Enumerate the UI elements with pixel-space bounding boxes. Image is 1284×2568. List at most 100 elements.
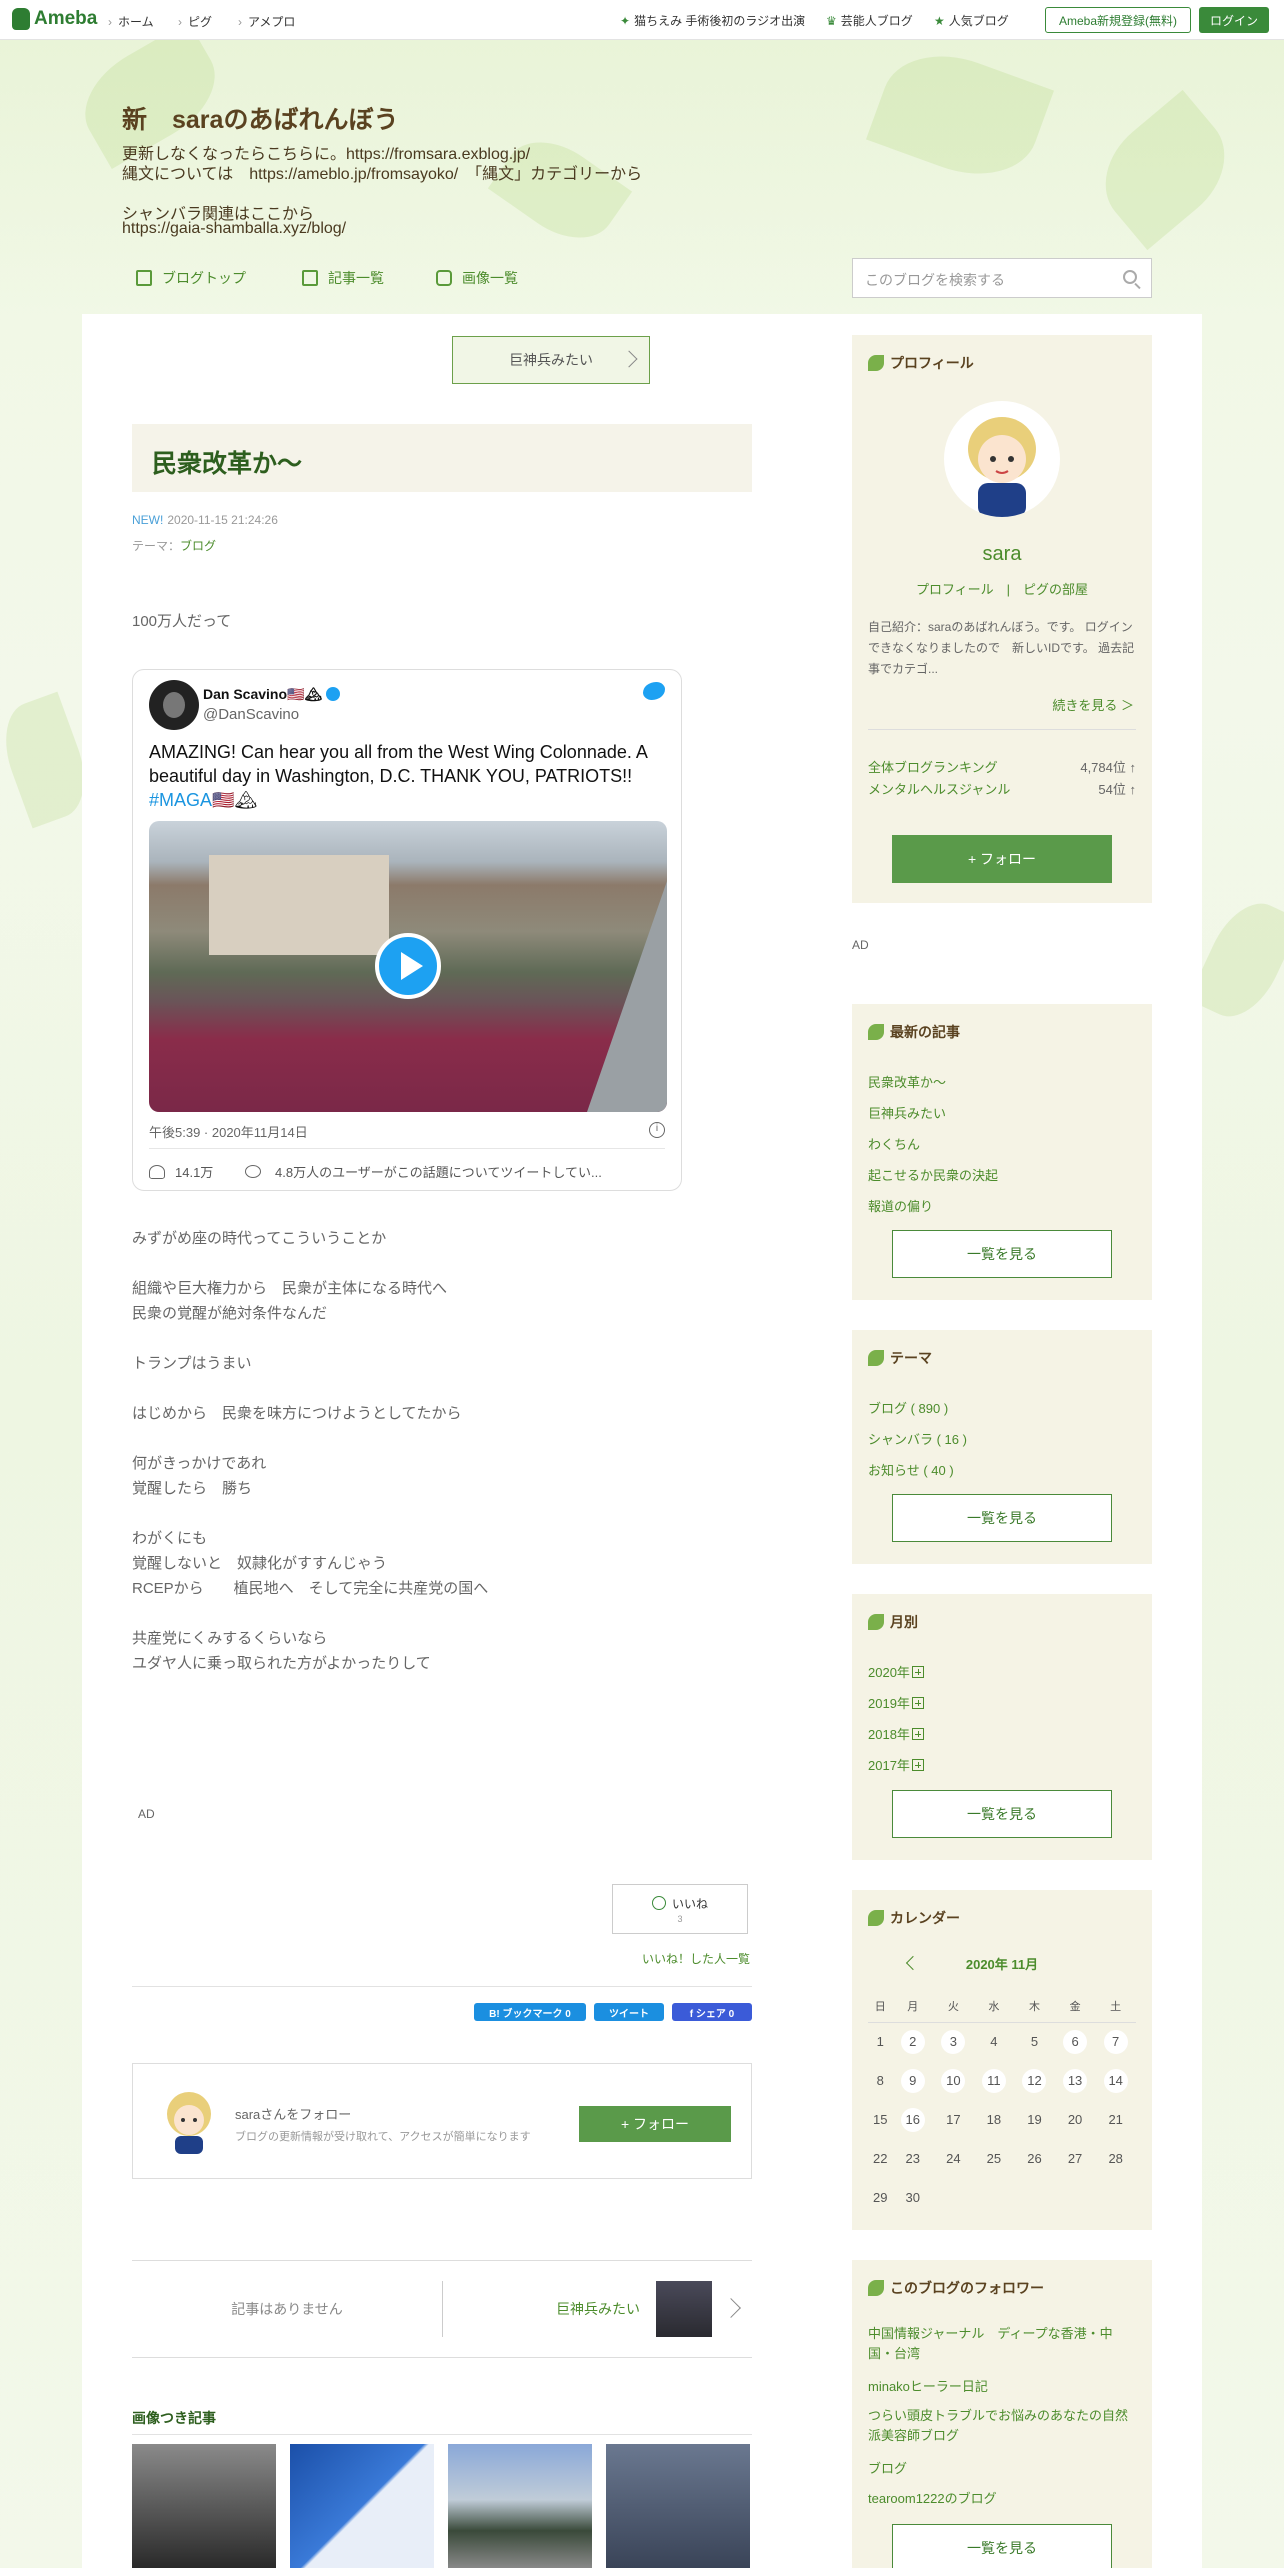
hatena-bookmark-button[interactable]: B! ブックマーク 0: [474, 2003, 586, 2021]
twitter-bird-icon[interactable]: [643, 682, 665, 700]
theme-link[interactable]: ブログ: [180, 539, 216, 553]
profile-links[interactable]: プロフィール | ピグの部屋: [852, 579, 1152, 598]
recent-articles-card: 最新の記事 民衆改革か～ 巨神兵みたい わくちん 起こせるか民衆の決起 報道の偏…: [852, 1004, 1152, 1300]
profile-follow-button[interactable]: + フォロー: [892, 835, 1112, 883]
topbar-popular-link[interactable]: ★ 人気ブログ: [934, 12, 1009, 29]
blog-title[interactable]: 新 saraのあばれんぼう: [122, 100, 398, 136]
calendar-day[interactable]: 16: [892, 2100, 933, 2139]
play-icon[interactable]: [375, 933, 441, 999]
tweet-handle[interactable]: @DanScavino: [203, 706, 299, 723]
facebook-share-button[interactable]: f シェア 0: [672, 2003, 752, 2021]
calendar-day[interactable]: 6: [1055, 2022, 1096, 2061]
profile-avatar[interactable]: [944, 401, 1060, 517]
profile-more-link[interactable]: 続きを見る ＞: [1052, 695, 1134, 714]
monthly-heading: 月別: [868, 1612, 918, 1632]
topnav-home[interactable]: ホーム: [108, 13, 154, 30]
chevron-right-icon[interactable]: [721, 2298, 741, 2318]
profile-name[interactable]: sara: [852, 543, 1152, 566]
monthly-more-button[interactable]: 一覧を見る: [892, 1790, 1112, 1838]
verified-badge-icon: [326, 687, 341, 701]
topnav-amepro[interactable]: アメプロ: [238, 13, 295, 30]
like-button[interactable]: いいね 3: [612, 1884, 748, 1934]
calendar-day[interactable]: 13: [1055, 2061, 1096, 2100]
month-year-2017[interactable]: 2017年: [868, 1755, 924, 1774]
calendar-day[interactable]: 12: [1014, 2061, 1055, 2100]
calendar-day[interactable]: 2: [892, 2022, 933, 2061]
hashtag-link[interactable]: #MAGA: [149, 790, 212, 810]
tweet-like[interactable]: 14.1万: [149, 1162, 213, 1181]
login-button[interactable]: ログイン: [1199, 7, 1269, 33]
month-year-2018[interactable]: 2018年: [868, 1724, 924, 1743]
search-icon[interactable]: [1123, 270, 1137, 284]
follower-blog-link[interactable]: 中国情報ジャーナル ディープな香港・中国・台湾: [868, 2324, 1138, 2364]
ameba-logo[interactable]: Ameba: [12, 8, 97, 30]
followers-more-button[interactable]: 一覧を見る: [892, 2524, 1112, 2568]
next-article-link[interactable]: 巨神兵みたい: [556, 2299, 640, 2319]
nav-image-list[interactable]: 画像一覧: [436, 268, 518, 288]
calendar-weekday: 火: [933, 1990, 974, 2023]
topnav-pigg[interactable]: ピグ: [178, 13, 212, 30]
image-article-thumbnail[interactable]: [290, 2444, 434, 2568]
month-year-2020[interactable]: 2020年: [868, 1662, 924, 1681]
expand-plus-icon[interactable]: [911, 1697, 924, 1709]
expand-plus-icon[interactable]: [911, 1728, 924, 1740]
blog-search-input[interactable]: このブログを検索する: [852, 258, 1152, 298]
calendar-day: 5: [1030, 2034, 1039, 2050]
register-button[interactable]: Ameba新規登録(無料): [1045, 7, 1191, 33]
calendar-day: 19: [1027, 2112, 1042, 2127]
calendar-day[interactable]: 9: [892, 2061, 933, 2100]
recent-article-link[interactable]: 起こせるか民衆の決起: [868, 1165, 998, 1184]
article-body: みずがめ座の時代ってこういうことか 組織や巨大権力から 民衆が主体になる時代へ民…: [132, 1230, 489, 1672]
nav-blog-top[interactable]: ブログトップ: [136, 268, 246, 288]
expand-plus-icon[interactable]: [911, 1759, 924, 1771]
theme-more-button[interactable]: 一覧を見る: [892, 1494, 1112, 1542]
tweet-timestamp[interactable]: 午後5:39 · 2020年11月14日: [149, 1122, 308, 1141]
calendar-weekday: 金: [1054, 1990, 1096, 2023]
calendar-day[interactable]: 11: [974, 2061, 1015, 2100]
recent-more-button[interactable]: 一覧を見る: [892, 1230, 1112, 1278]
follow-button[interactable]: + フォロー: [579, 2106, 731, 2142]
prev-article-button[interactable]: 巨神兵みたい: [452, 336, 650, 384]
divider: [132, 1986, 752, 1987]
tweet-divider: [149, 1148, 665, 1149]
follower-blog-link[interactable]: minakoヒーラー日記: [868, 2376, 988, 2395]
image-article-thumbnail[interactable]: [606, 2444, 750, 2568]
ranking-overall[interactable]: 4,784位 ↑ 全体ブログランキング: [868, 757, 1136, 776]
next-article-thumbnail[interactable]: [656, 2281, 712, 2337]
image-article-thumbnail[interactable]: [448, 2444, 592, 2568]
blog-avatar[interactable]: [157, 2088, 221, 2158]
follower-blog-link[interactable]: tearoom1222のブログ: [868, 2488, 997, 2507]
recent-article-link[interactable]: 民衆改革か～: [868, 1072, 946, 1091]
ranking-genre[interactable]: 54位 ↑ メンタルヘルスジャンル: [868, 779, 1136, 798]
calendar-week: 29 30: [868, 2178, 1136, 2217]
tweet-author-name[interactable]: Dan Scavino🇺🇸🏔: [203, 686, 341, 703]
info-icon[interactable]: i: [649, 1122, 665, 1138]
follower-blog-link[interactable]: ブログ: [868, 2458, 907, 2477]
calendar-day[interactable]: 3: [933, 2022, 974, 2061]
follower-blog-link[interactable]: つらい頭皮トラブルでお悩みのあなたの自然派美容師ブログ: [868, 2406, 1138, 2446]
like-list-link[interactable]: いいね！した人一覧: [642, 1950, 750, 1967]
calendar-day[interactable]: 10: [933, 2061, 974, 2100]
image-article-thumbnail[interactable]: [132, 2444, 276, 2568]
leaf-icon: [868, 1614, 884, 1630]
theme-link[interactable]: ブログ ( 890 ): [868, 1398, 948, 1417]
topbar-news-link[interactable]: ✦ 猫ちえみ 手術後初のラジオ出演: [620, 12, 805, 29]
theme-link[interactable]: お知らせ ( 40 ): [868, 1460, 954, 1479]
calendar-day[interactable]: 14: [1095, 2061, 1136, 2100]
tweet-share-button[interactable]: ツイート: [594, 2003, 664, 2021]
expand-plus-icon[interactable]: [911, 1666, 924, 1678]
month-year-2019[interactable]: 2019年: [868, 1693, 924, 1712]
article-title[interactable]: 民衆改革か～: [132, 424, 752, 492]
tweet-video[interactable]: [149, 821, 667, 1112]
embedded-tweet[interactable]: Dan Scavino🇺🇸🏔 @DanScavino AMAZING! Can …: [132, 669, 682, 1191]
recent-article-link[interactable]: 報道の偏り: [868, 1196, 933, 1215]
topbar-celebrity-link[interactable]: ♛ 芸能人ブログ: [826, 12, 913, 29]
calendar-day: [974, 2178, 1015, 2217]
recent-article-link[interactable]: わくちん: [868, 1134, 920, 1153]
theme-link[interactable]: シャンバラ ( 16 ): [868, 1429, 967, 1448]
recent-article-link[interactable]: 巨神兵みたい: [868, 1103, 946, 1122]
tweet-replies[interactable]: 4.8万人のユーザーがこの話題についてツイートしてい...: [245, 1162, 602, 1181]
tweet-avatar[interactable]: [149, 680, 199, 730]
calendar-day[interactable]: 7: [1095, 2022, 1136, 2061]
nav-article-list[interactable]: 記事一覧: [302, 268, 384, 288]
